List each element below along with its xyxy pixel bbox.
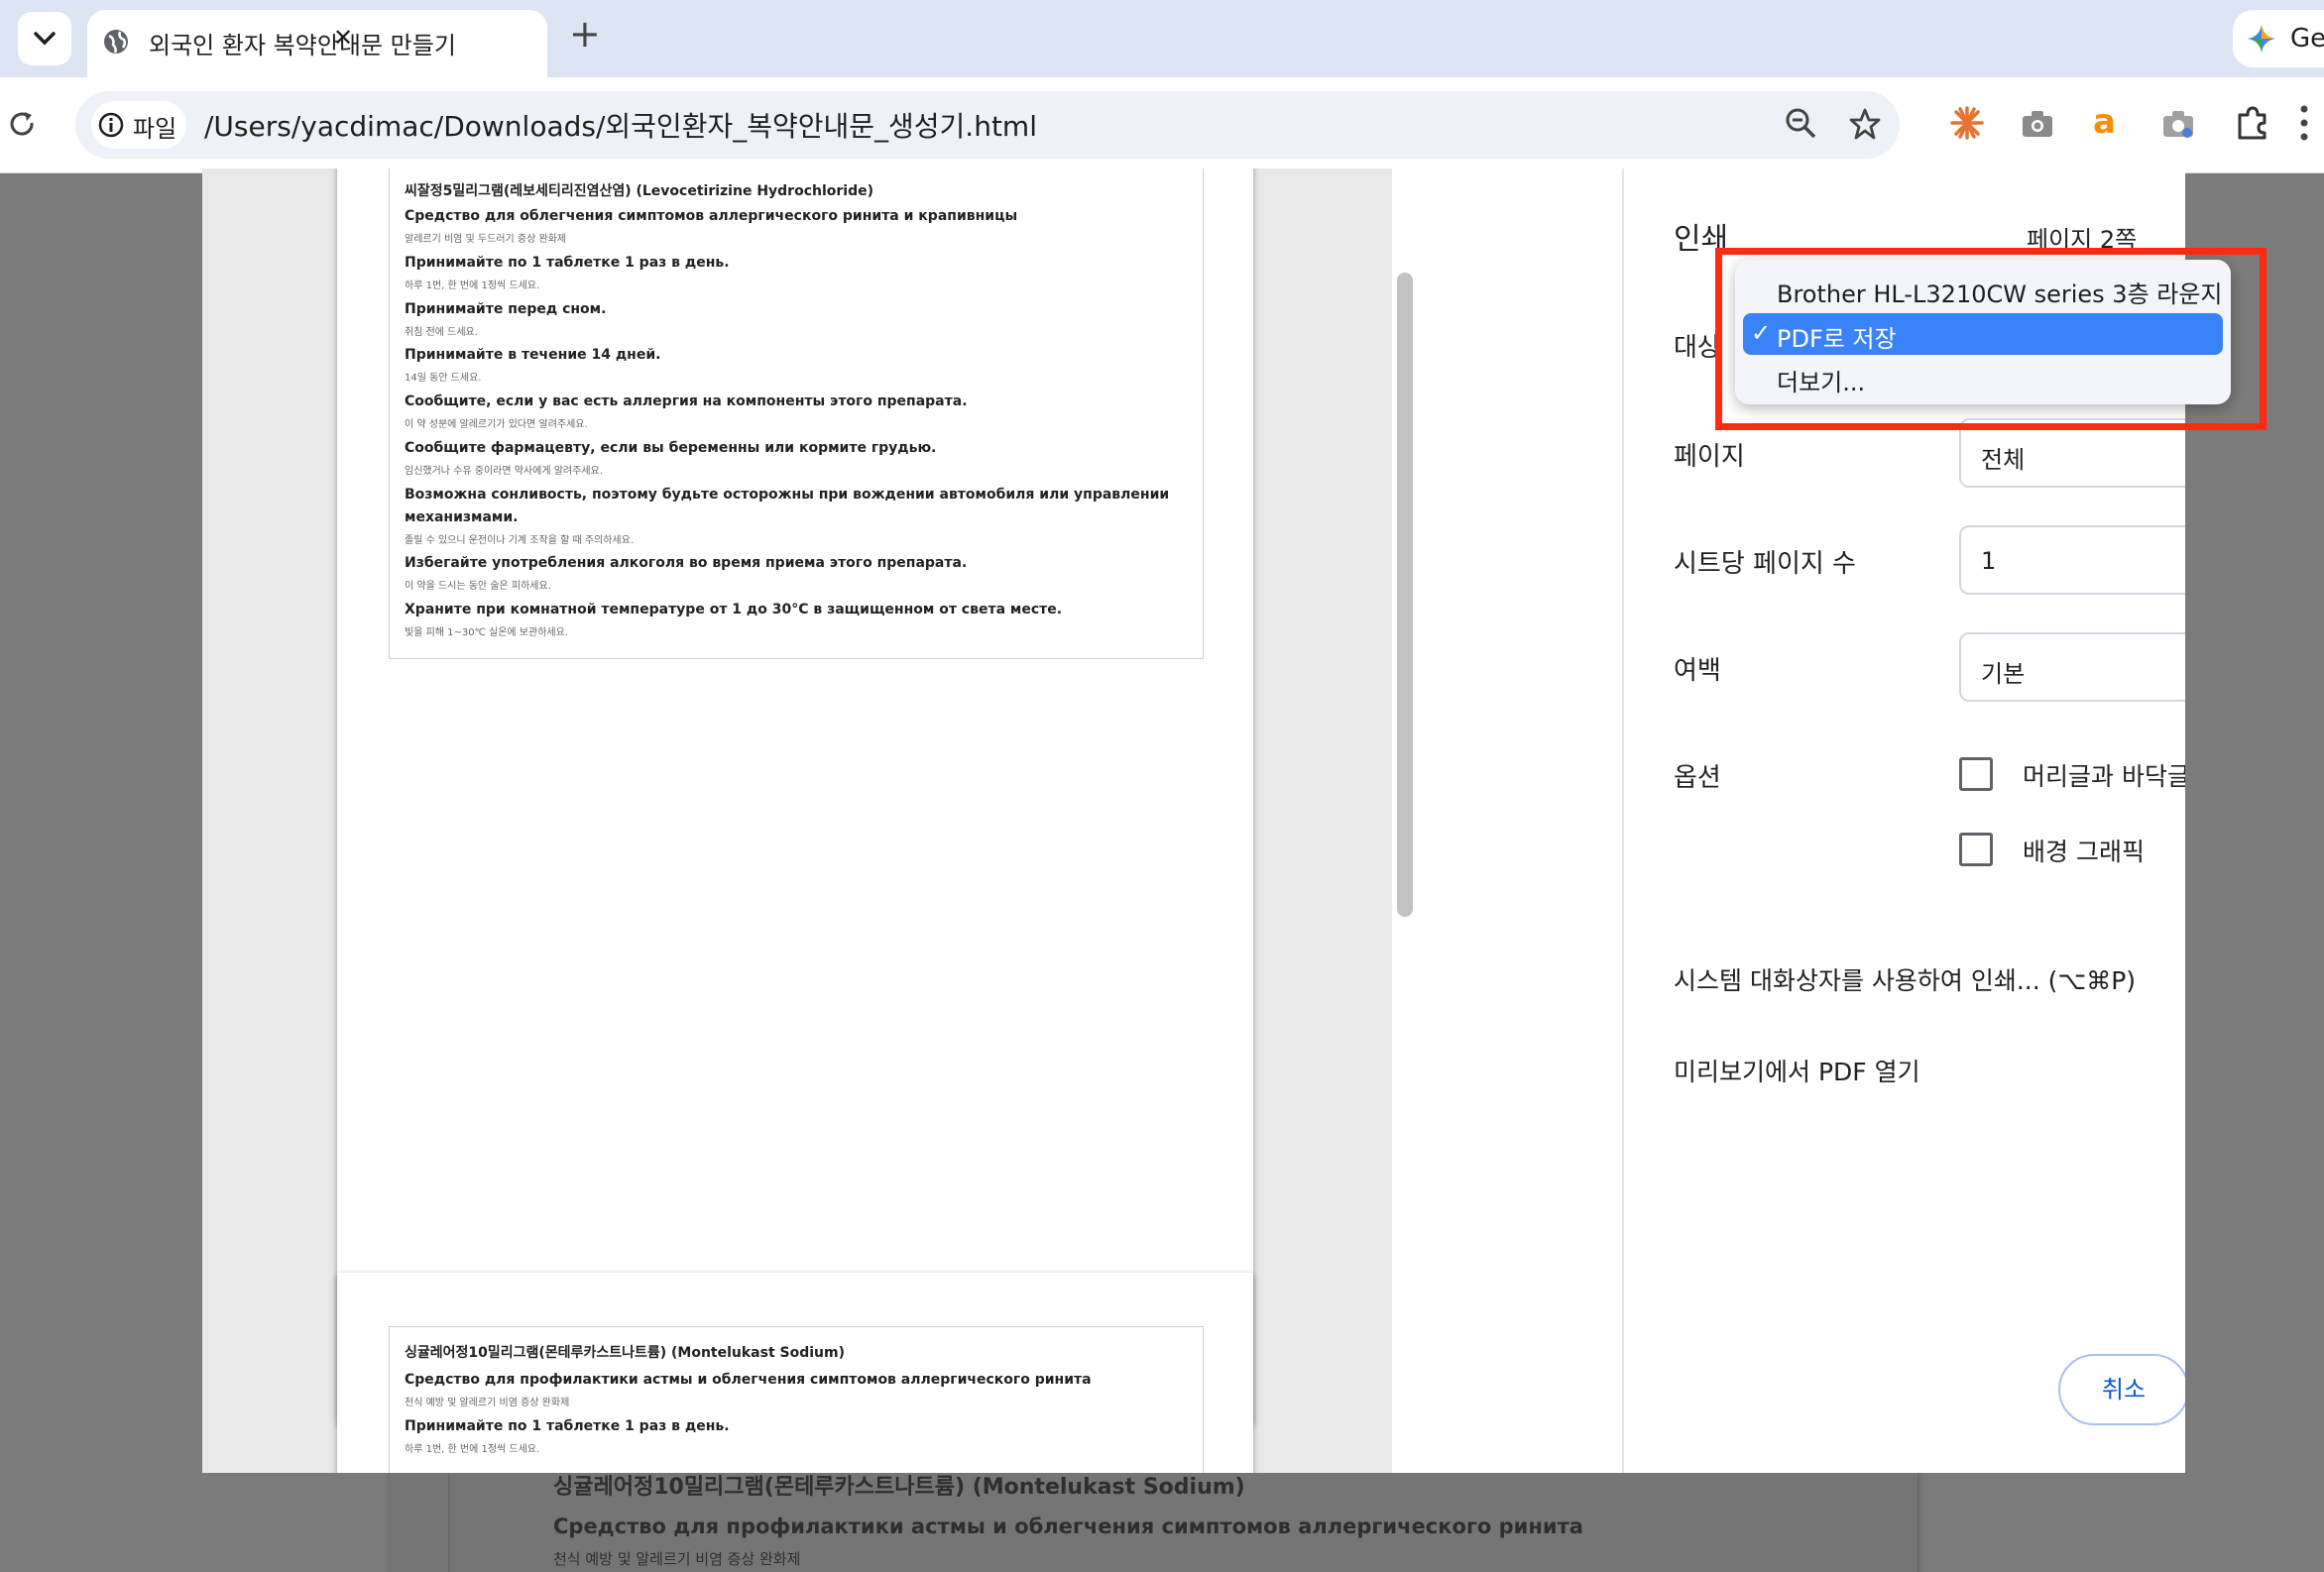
instruction-ko: 알레르기 비염 및 두드러기 증상 완화제: [405, 234, 567, 245]
instruction-ko: 하루 1번, 한 번에 1정씩 드세요.: [405, 1444, 540, 1455]
instruction-ru-cont: механизмами.: [405, 509, 519, 525]
amazon-assistant-icon[interactable]: a: [2090, 105, 2124, 141]
preview-scrollbar-thumb[interactable]: [1397, 273, 1413, 917]
claude-extension-icon[interactable]: [1949, 105, 1985, 141]
headers-footers-checkbox[interactable]: [1959, 757, 1993, 791]
headers-footers-label[interactable]: 머리글과 바닥글: [2023, 757, 2185, 793]
chevron-down-icon: [34, 32, 56, 46]
destination-option-printer[interactable]: Brother HL-L3210CW series 3층 라운지: [1777, 275, 2223, 309]
browser-menu-icon[interactable]: [2296, 103, 2312, 143]
new-tab-button[interactable]: +: [569, 12, 601, 56]
backdrop-title: 싱귤레어정10밀리그램(몬테루카스트나트륨) (Montelukast Sodi…: [553, 1475, 1245, 1500]
info-icon: [98, 112, 124, 138]
gemini-button[interactable]: Ge: [2233, 10, 2324, 67]
margins-label: 여백: [1674, 656, 1721, 686]
margins-select[interactable]: 기본: [1959, 632, 2185, 702]
cancel-button[interactable]: 취소: [2058, 1354, 2185, 1425]
screenshot-extension-icon[interactable]: [2161, 109, 2195, 139]
gemini-icon: [2248, 25, 2275, 53]
drug-title-1: 씨잘정5밀리그램(레보세티리진염산염) (Levocetirizine Hydr…: [405, 183, 874, 199]
pages-value: 전체: [1981, 446, 2026, 474]
preview-page-1: 씨잘정5밀리그램(레보세티리진염산염) (Levocetirizine Hydr…: [337, 168, 1253, 1423]
active-tab[interactable]: 외국인 환자 복약안내문 만들기 ✕: [87, 10, 547, 77]
svg-text:a: a: [2093, 105, 2116, 141]
instruction-ru: Средство для облегчения симптомов аллерг…: [405, 208, 1018, 224]
background-graphics-label[interactable]: 배경 그래픽: [2023, 833, 2145, 868]
reload-icon[interactable]: [8, 109, 38, 139]
camera-extension-icon[interactable]: [2021, 109, 2054, 139]
instruction-ko: 취침 전에 드세요.: [405, 327, 478, 338]
destination-option-pdf-label: PDF로 저장: [1777, 325, 1897, 353]
instruction-ru: Принимайте перед сном.: [405, 301, 607, 317]
destination-label: 대상: [1674, 333, 1721, 363]
url-text[interactable]: /Users/yacdimac/Downloads/외국인환자_복약안내문_생성…: [204, 105, 1037, 145]
instruction-ru: Избегайте употребления алкоголя во время…: [405, 555, 968, 571]
tab-search-button[interactable]: [18, 12, 71, 65]
instruction-ko: 임신했거나 수유 중이라면 약사에게 알려주세요.: [405, 466, 603, 477]
backdrop-line: Средство для профилактики астмы и облегч…: [553, 1515, 1583, 1538]
zoom-icon[interactable]: [1785, 107, 1818, 141]
pages-per-sheet-value: 1: [1981, 547, 1997, 575]
instruction-ru: Возможна сонливость, поэтому будьте осто…: [405, 487, 1170, 503]
instruction-ru: Принимайте в течение 14 дней.: [405, 347, 661, 363]
tab-close-icon[interactable]: ✕: [333, 24, 353, 52]
preview-scrollbar-track[interactable]: [1392, 168, 1622, 1473]
instruction-ko: 천식 예방 및 알레르기 비염 증상 완화제: [405, 1398, 570, 1408]
instruction-ko: 이 약을 드시는 동안 술은 피하세요.: [405, 581, 551, 592]
instruction-ru: Средство для профилактики астмы и облегч…: [405, 1372, 1092, 1388]
instruction-ru: Храните при комнатной температуре от 1 д…: [405, 602, 1063, 618]
bookmark-star-icon[interactable]: [1848, 107, 1882, 141]
pages-label: 페이지: [1674, 442, 1745, 472]
instruction-ru: Принимайте по 1 таблетке 1 раз в день.: [405, 255, 730, 271]
instruction-ko: 이 약 성분에 알레르기가 있다면 알려주세요.: [405, 419, 588, 430]
checkmark-icon: ✓: [1751, 319, 1772, 347]
globe-icon: [104, 30, 128, 54]
site-chip-label: 파일: [133, 115, 177, 143]
instruction-ru: Сообщите, если у вас есть аллергия на ко…: [405, 393, 968, 409]
tab-title: 외국인 환자 복약안내문 만들기: [149, 32, 456, 59]
instruction-ru: Принимайте по 1 таблетке 1 раз в день.: [405, 1418, 730, 1434]
site-info-chip[interactable]: 파일: [91, 101, 186, 149]
destination-option-more[interactable]: 더보기...: [1777, 363, 1865, 397]
instruction-ko: 하루 1번, 한 번에 1정씩 드세요.: [405, 281, 540, 291]
backdrop-ko: 천식 예방 및 알레르기 비염 증상 완화제: [553, 1550, 801, 1568]
instruction-ko: 14일 동안 드세요.: [405, 373, 482, 384]
instruction-ru: Сообщите фармацевту, если вы беременны и…: [405, 440, 937, 456]
print-preview: 씨잘정5밀리그램(레보세티리진염산염) (Levocetirizine Hydr…: [202, 168, 1392, 1473]
gemini-label: Ge: [2290, 24, 2324, 54]
destination-dropdown[interactable]: Brother HL-L3210CW series 3층 라운지 ✓ PDF로 …: [1735, 260, 2231, 404]
pages-per-sheet-select[interactable]: 1: [1959, 525, 2185, 595]
instruction-ko: 빛을 피해 1~30℃ 실온에 보관하세요.: [405, 627, 568, 638]
open-pdf-preview-link[interactable]: 미리보기에서 PDF 열기: [1674, 1053, 1920, 1088]
preview-page-2: 싱귤레어정10밀리그램(몬테루카스트나트륨) (Montelukast Sodi…: [337, 1273, 1253, 1473]
options-label: 옵션: [1674, 763, 1721, 793]
background-graphics-checkbox[interactable]: [1959, 833, 1993, 866]
margins-value: 기본: [1981, 660, 2026, 688]
destination-option-pdf[interactable]: ✓ PDF로 저장: [1743, 313, 2223, 355]
system-dialog-link[interactable]: 시스템 대화상자를 사용하여 인쇄... (⌥⌘P): [1674, 961, 2136, 997]
drug-title-2: 싱귤레어정10밀리그램(몬테루카스트나트륨) (Montelukast Sodi…: [405, 1345, 845, 1361]
instruction-ko: 졸릴 수 있으니 운전이나 기계 조작을 할 때 주의하세요.: [405, 535, 635, 546]
extensions-puzzle-icon[interactable]: [2235, 105, 2268, 141]
pages-per-sheet-label: 시트당 페이지 수: [1674, 549, 1856, 579]
